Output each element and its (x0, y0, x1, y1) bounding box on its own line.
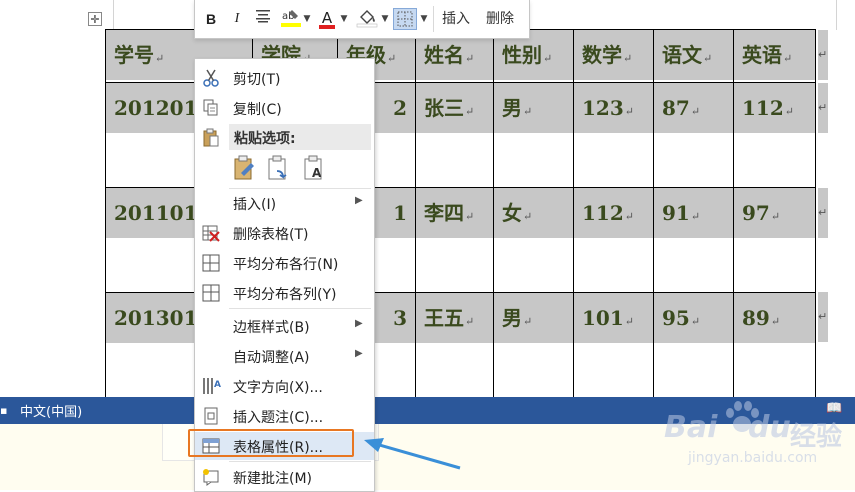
baidu-jingyan-watermark: Bai du 经验 jingyan.baidu.com (664, 396, 854, 472)
submenu-arrow-icon: ▶ (355, 318, 363, 329)
table-cell[interactable]: 语文↵ (653, 29, 734, 83)
menu-item-label: 平均分布各列(Y) (233, 287, 337, 303)
menu-item-label: 新建批注(M) (233, 471, 313, 487)
clipboard-icon (201, 128, 221, 147)
delete-button[interactable]: 删除 (486, 8, 514, 30)
row-end-marker: ↵ (818, 188, 828, 238)
highlight-color-button[interactable]: ab (279, 8, 303, 30)
delete-table-icon (201, 224, 221, 242)
menu-item-autofit[interactable]: 自动调整(A) ▶ (195, 342, 374, 370)
italic-button[interactable]: I (229, 8, 245, 30)
new-comment-icon (201, 468, 221, 486)
menu-item-label: 自动调整(A) (233, 350, 310, 366)
paste-merge-format-icon[interactable] (267, 155, 293, 185)
center-align-icon[interactable] (253, 8, 273, 30)
font-color-dropdown-chevron-down-icon[interactable]: ▼ (340, 8, 348, 30)
table-cell[interactable]: 101↵ (573, 292, 654, 398)
menu-item-label: 插入题注(C)... (233, 410, 324, 426)
menu-item-border-style[interactable]: 边框样式(B) ▶ (195, 312, 374, 340)
menu-item-insert[interactable]: 插入(I) ▶ (195, 189, 374, 217)
table-cell[interactable]: 87↵ (653, 82, 734, 188)
table-cell[interactable]: 数学↵ (573, 29, 654, 83)
submenu-arrow-icon: ▶ (355, 195, 363, 206)
menu-item-label: 删除表格(T) (233, 227, 309, 243)
scissors-icon (201, 69, 221, 87)
menu-item-label: 插入(I) (233, 197, 277, 213)
language-indicator[interactable]: 中文(中国) (20, 401, 82, 420)
toolbar-divider (433, 6, 434, 32)
menu-item-label: 剪切(T) (233, 72, 281, 88)
menu-divider (229, 308, 371, 309)
svg-text:A: A (214, 380, 221, 390)
menu-item-label: 平均分布各行(N) (233, 257, 339, 273)
table-cell[interactable]: 男↵ (493, 292, 574, 398)
document-page: ✛ 学号↵ 学院↵ 年级↵ 姓名↵ 性别↵ 数学↵ 语文↵ 英语↵ 201201… (0, 0, 855, 400)
row-end-marker: ↵ (818, 83, 828, 133)
svg-text:A: A (312, 166, 322, 180)
menu-item-distribute-columns[interactable]: 平均分布各列(Y) (195, 279, 374, 307)
menu-item-text-direction[interactable]: A 文字方向(X)... (195, 372, 374, 400)
font-color-button[interactable]: A (317, 8, 337, 30)
watermark-jingyan: 经验 (790, 422, 843, 452)
paste-text-only-icon[interactable]: A (303, 155, 329, 185)
table-cell[interactable]: 95↵ (653, 292, 734, 398)
status-indicator-icon: ▪ (0, 404, 8, 417)
paste-options-header: 粘贴选项: (229, 124, 371, 150)
menu-item-label: 边框样式(B) (233, 320, 310, 336)
page-margin-line (113, 0, 114, 30)
menu-item-new-comment[interactable]: 新建批注(M) (195, 463, 374, 491)
menu-item-label: 文字方向(X)... (233, 380, 323, 396)
table-cell[interactable]: 李四↵ (415, 187, 494, 293)
paste-keep-source-icon[interactable] (233, 155, 259, 185)
mini-toolbar: B I ab ▼ A ▼ ▼ ▼ 插入 删除 (194, 0, 530, 39)
table-cell[interactable]: 112↵ (573, 187, 654, 293)
text-direction-icon: A (201, 377, 221, 395)
watermark-url: jingyan.baidu.com (688, 450, 818, 466)
page-margin-line-right (836, 0, 837, 30)
table-cell[interactable]: 张三↵ (415, 82, 494, 188)
table-cell[interactable]: 女↵ (493, 187, 574, 293)
table-cell[interactable]: 91↵ (653, 187, 734, 293)
paste-options-label: 粘贴选项: (234, 131, 296, 147)
menu-item-distribute-rows[interactable]: 平均分布各行(N) (195, 249, 374, 277)
shading-fill-icon[interactable] (355, 8, 379, 30)
table-move-handle-icon[interactable]: ✛ (88, 12, 102, 26)
menu-item-copy[interactable]: 复制(C) (195, 94, 374, 122)
table-cell[interactable]: 王五↵ (415, 292, 494, 398)
row-end-marker: ↵ (818, 30, 828, 80)
borders-dropdown-chevron-down-icon[interactable]: ▼ (420, 8, 428, 30)
table-cell[interactable]: 男↵ (493, 82, 574, 188)
row-end-marker: ↵ (818, 292, 828, 342)
distribute-columns-icon (201, 284, 221, 302)
copy-icon (201, 99, 221, 117)
pointer-arrow-icon (364, 438, 461, 470)
menu-item-label: 复制(C) (233, 102, 282, 118)
table-cell[interactable]: 97↵ (733, 187, 816, 293)
menu-item-insert-caption[interactable]: 插入题注(C)... (195, 402, 374, 430)
table-cell[interactable]: 112↵ (733, 82, 816, 188)
bold-button[interactable]: B (203, 8, 219, 30)
submenu-arrow-icon: ▶ (355, 348, 363, 359)
menu-divider (229, 461, 371, 462)
caption-icon (201, 407, 221, 425)
watermark-brand: Bai (664, 410, 718, 445)
highlight-callout-box (188, 429, 354, 457)
watermark-brand-tail: du (748, 410, 791, 445)
table-cell[interactable]: 89↵ (733, 292, 816, 398)
table-cell[interactable]: 英语↵ (733, 29, 816, 83)
distribute-rows-icon (201, 254, 221, 272)
table-cell[interactable]: 123↵ (573, 82, 654, 188)
highlight-dropdown-chevron-down-icon[interactable]: ▼ (303, 8, 311, 30)
borders-button[interactable] (393, 8, 417, 30)
insert-button[interactable]: 插入 (442, 8, 470, 30)
shading-dropdown-chevron-down-icon[interactable]: ▼ (381, 8, 389, 30)
menu-item-delete-table[interactable]: 删除表格(T) (195, 219, 374, 247)
menu-item-cut[interactable]: 剪切(T) (195, 64, 374, 92)
context-menu: 剪切(T) 复制(C) 粘贴选项: A 插入(I) ▶ 删除表格(T) 平均分布… (194, 58, 375, 492)
